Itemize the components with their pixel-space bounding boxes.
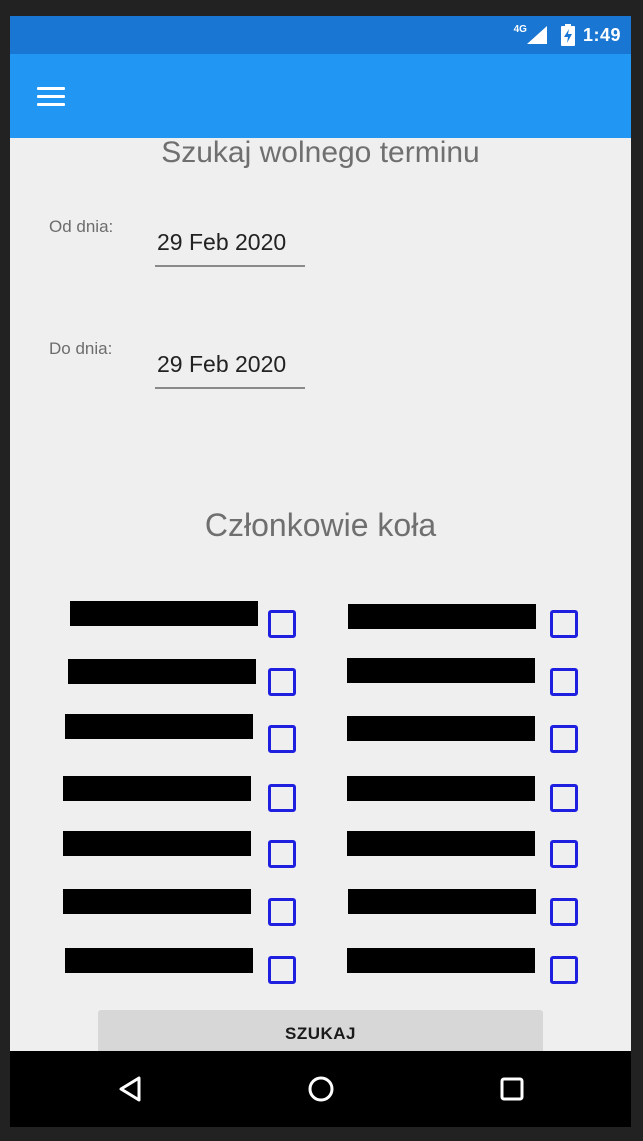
from-date-value: 29 Feb 2020 <box>157 229 287 255</box>
member-name-redacted <box>347 716 535 741</box>
device-frame: 4G 1:49 Szukaj wolnego terminu Od dnia: … <box>0 0 643 1141</box>
member-name-redacted <box>347 948 535 973</box>
back-triangle-icon[interactable] <box>111 1069 151 1109</box>
clock: 1:49 <box>582 24 621 45</box>
from-date-label: Od dnia: <box>49 217 114 236</box>
member-checkbox[interactable] <box>550 784 578 812</box>
status-indicators: 4G 1:49 <box>514 16 621 54</box>
member-name-redacted <box>347 831 535 856</box>
member-checkbox[interactable] <box>268 898 296 926</box>
page-title: Szukaj wolnego terminu <box>161 138 480 169</box>
to-date-value: 29 Feb 2020 <box>157 351 287 377</box>
home-circle-icon[interactable] <box>301 1069 341 1109</box>
app-bar <box>10 54 631 138</box>
member-checkbox[interactable] <box>550 610 578 638</box>
status-bar: 4G 1:49 <box>10 16 631 54</box>
member-name-redacted <box>63 889 251 914</box>
navigation-bar <box>10 1051 631 1127</box>
members-title: Członkowie koła <box>204 507 437 543</box>
search-button-label: SZUKAJ <box>284 1024 356 1043</box>
member-name-redacted <box>70 601 258 626</box>
member-name-redacted <box>348 889 536 914</box>
member-name-redacted <box>347 776 535 801</box>
member-checkbox[interactable] <box>268 784 296 812</box>
member-name-redacted <box>68 659 256 684</box>
member-checkbox[interactable] <box>550 956 578 984</box>
member-name-redacted <box>63 831 251 856</box>
recents-square-icon[interactable] <box>492 1069 532 1109</box>
signal-icon <box>526 26 547 44</box>
to-date-field[interactable]: 29 Feb 2020 <box>155 343 305 389</box>
member-name-redacted <box>63 776 251 801</box>
member-checkbox[interactable] <box>550 898 578 926</box>
menu-bar-line <box>37 103 65 106</box>
member-name-redacted <box>65 714 253 739</box>
menu-bar-line <box>37 87 65 90</box>
member-checkbox[interactable] <box>268 840 296 868</box>
screen: 4G 1:49 Szukaj wolnego terminu Od dnia: … <box>10 16 631 1127</box>
battery-charging-icon <box>560 24 575 46</box>
to-date-label: Do dnia: <box>49 339 113 358</box>
member-checkbox[interactable] <box>550 725 578 753</box>
member-name-redacted <box>348 604 536 629</box>
member-checkbox[interactable] <box>268 725 296 753</box>
search-button[interactable]: SZUKAJ <box>98 1010 543 1051</box>
member-checkbox[interactable] <box>268 956 296 984</box>
from-date-field[interactable]: 29 Feb 2020 <box>155 221 305 267</box>
network-type-label: 4G <box>513 23 527 35</box>
member-checkbox[interactable] <box>550 668 578 696</box>
member-name-redacted <box>65 948 253 973</box>
member-checkbox[interactable] <box>550 840 578 868</box>
content-area: Szukaj wolnego terminu Od dnia: 29 Feb 2… <box>10 138 631 1051</box>
member-name-redacted <box>347 658 535 683</box>
hamburger-menu-icon[interactable] <box>28 80 68 114</box>
member-checkbox[interactable] <box>268 610 296 638</box>
member-checkbox[interactable] <box>268 668 296 696</box>
menu-bar-line <box>37 95 65 98</box>
